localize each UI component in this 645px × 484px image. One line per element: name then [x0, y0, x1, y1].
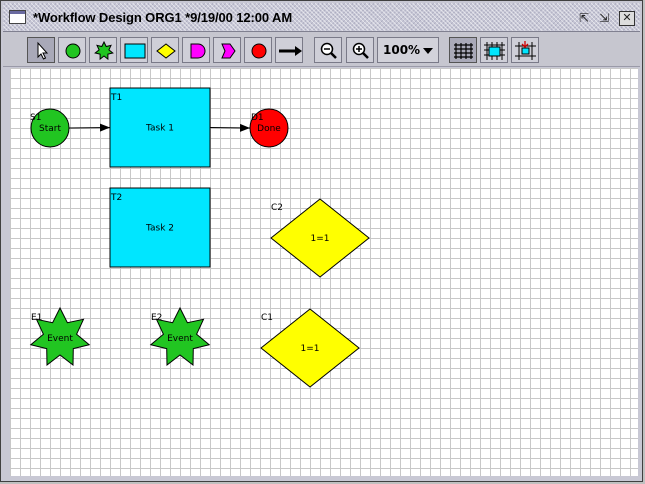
node-condition-c2[interactable]: 1=1 C2: [270, 198, 370, 278]
node-event-e2[interactable]: Event E2: [149, 306, 211, 367]
arrow-right-icon: [279, 46, 302, 56]
node-label: Event: [47, 334, 73, 344]
magenta-pentagon-icon: [221, 43, 236, 59]
node-condition-c1[interactable]: 1=1 C1: [260, 308, 360, 388]
align-grid-button[interactable]: [511, 37, 539, 63]
condition-node-tool-button[interactable]: [151, 37, 179, 63]
connector-tool-button[interactable]: [275, 37, 303, 63]
event-node-tool-button[interactable]: [89, 37, 117, 63]
snap-grid-button[interactable]: [480, 37, 508, 63]
workflow-window: *Workflow Design ORG1 *9/19/00 12:00 AM …: [0, 0, 643, 482]
magenta-d-shape-icon: [190, 43, 206, 59]
yellow-diamond-icon: [156, 43, 176, 59]
green-star-icon: [94, 40, 114, 61]
grid-align-icon: [515, 41, 536, 60]
window-icon: [9, 10, 26, 24]
zoom-select[interactable]: 100%: [377, 37, 439, 63]
edge-T1-D1[interactable]: [209, 123, 251, 132]
edge-S1-T1[interactable]: [68, 123, 111, 132]
zoom-in-button[interactable]: [346, 37, 374, 63]
node-label: Task 1: [145, 124, 174, 134]
show-grid-button[interactable]: [449, 37, 477, 63]
close-icon[interactable]: ✕: [619, 11, 635, 26]
red-circle-icon: [251, 43, 267, 59]
zoom-value: 100%: [383, 43, 421, 57]
window-title: *Workflow Design ORG1 *9/19/00 12:00 AM: [33, 10, 293, 25]
grid-icon: [454, 43, 473, 59]
node-end-d1[interactable]: DoneD1: [249, 108, 289, 148]
task-node-tool-button[interactable]: [120, 37, 148, 63]
node-label: Done: [257, 124, 281, 134]
toolbar: 100%: [3, 32, 640, 67]
maximize-icon[interactable]: ⇲: [596, 11, 612, 26]
node-id-label: S1: [30, 113, 41, 123]
diagram-canvas[interactable]: Start S1 Task 1 T1 Done D1 Task 2 T2 1=1 C2 Event E…: [10, 68, 638, 476]
node-event-e1[interactable]: Event E1: [29, 306, 91, 367]
node-task-t1[interactable]: Task 1 T1: [109, 87, 211, 168]
node-id-label: C1: [261, 313, 273, 323]
node-task-t2[interactable]: Task 2 T2: [109, 187, 211, 268]
workflow-diagram: StartS1Task 1T1DoneD1Task 2T21=1C2EventE…: [29, 87, 370, 388]
title-bar[interactable]: *Workflow Design ORG1 *9/19/00 12:00 AM …: [3, 3, 640, 32]
end-node-tool-button[interactable]: [244, 37, 272, 63]
node-id-label: C2: [271, 203, 283, 213]
node-label: 1=1: [311, 234, 330, 244]
node-label: Task 2: [145, 224, 174, 234]
split-node-tool-button[interactable]: [213, 37, 241, 63]
pointer-arrow-icon: [37, 41, 49, 60]
node-id-label: E1: [31, 313, 42, 323]
zoom-in-icon: [352, 42, 369, 59]
minimize-icon[interactable]: ⇱: [576, 11, 592, 26]
node-id-label: D1: [251, 113, 264, 123]
node-label: 1=1: [301, 344, 320, 354]
zoom-out-button[interactable]: [314, 37, 342, 63]
cyan-rectangle-icon: [124, 43, 146, 59]
start-node-tool-button[interactable]: [58, 37, 86, 63]
node-label: Start: [39, 124, 61, 134]
node-label: Event: [167, 334, 193, 344]
node-id-label: T2: [110, 193, 122, 203]
node-id-label: E2: [151, 313, 162, 323]
zoom-out-icon: [320, 42, 337, 59]
grid-snap-icon: [484, 42, 505, 60]
select-tool-button[interactable]: [27, 37, 55, 63]
node-id-label: T1: [110, 93, 122, 103]
subprocess-node-tool-button[interactable]: [182, 37, 210, 63]
chevron-down-icon: [423, 48, 433, 54]
node-start-s1[interactable]: StartS1: [30, 108, 70, 148]
green-circle-icon: [65, 43, 81, 59]
